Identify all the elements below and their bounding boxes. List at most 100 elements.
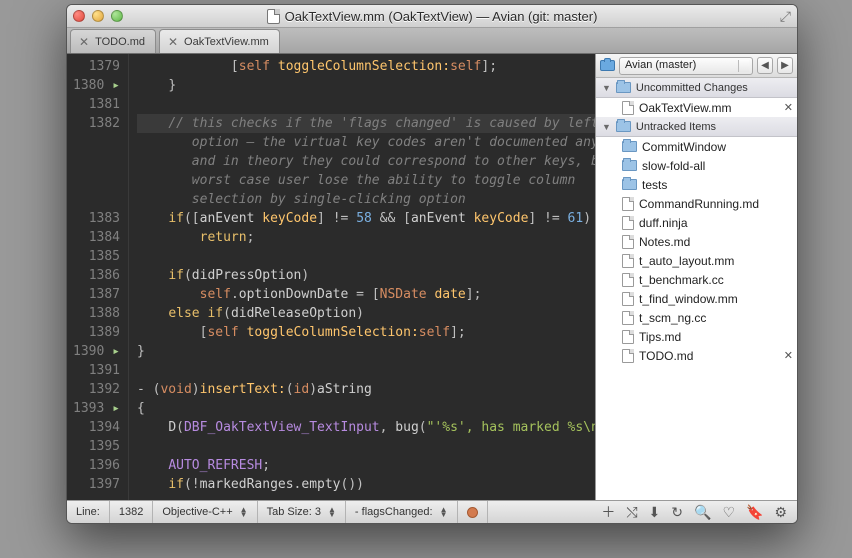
line-number[interactable]: 1397: [67, 475, 120, 494]
line-number[interactable]: [67, 133, 120, 152]
code-line[interactable]: [137, 361, 595, 380]
tree-row[interactable]: Tips.md: [596, 327, 797, 346]
code-line[interactable]: option — the virtual key codes aren't do…: [137, 133, 595, 152]
search-icon[interactable]: 🔍: [694, 504, 711, 521]
tree-group-header[interactable]: ▼ Uncommitted Changes: [596, 78, 797, 98]
line-number[interactable]: 1387: [67, 285, 120, 304]
code-line[interactable]: {: [137, 399, 595, 418]
code-line[interactable]: worst case user lose the ability to togg…: [137, 171, 595, 190]
code-line[interactable]: [137, 437, 595, 456]
status-line-value[interactable]: 1382: [110, 501, 153, 523]
code-line[interactable]: if(didPressOption): [137, 266, 595, 285]
minimize-window-button[interactable]: [92, 10, 104, 22]
code-line[interactable]: self.optionDownDate = [NSDate date];: [137, 285, 595, 304]
heart-icon[interactable]: ♡: [722, 504, 735, 521]
status-bar: Line: 1382 Objective-C++▲▼ Tab Size: 3▲▼…: [67, 500, 797, 523]
line-number[interactable]: 1391: [67, 361, 120, 380]
code-line[interactable]: if(!markedRanges.empty()): [137, 475, 595, 494]
tree-row[interactable]: t_auto_layout.mm: [596, 251, 797, 270]
line-number[interactable]: 1392: [67, 380, 120, 399]
code-editor[interactable]: 13791380 ▸138113821383138413851386138713…: [67, 54, 595, 500]
code-line[interactable]: AUTO_REFRESH;: [137, 456, 595, 475]
tree-row[interactable]: t_find_window.mm: [596, 289, 797, 308]
line-number-gutter[interactable]: 13791380 ▸138113821383138413851386138713…: [67, 54, 129, 500]
tree-row[interactable]: t_scm_ng.cc: [596, 308, 797, 327]
code-line[interactable]: return;: [137, 228, 595, 247]
line-number[interactable]: 1381: [67, 95, 120, 114]
code-line[interactable]: }: [137, 76, 595, 95]
line-number[interactable]: 1380 ▸: [67, 76, 120, 95]
code-line[interactable]: }: [137, 342, 595, 361]
document-proxy-icon[interactable]: [267, 9, 280, 24]
tree-row[interactable]: CommitWindow: [596, 137, 797, 156]
tree-row[interactable]: CommandRunning.md: [596, 194, 797, 213]
status-language-popup[interactable]: Objective-C++▲▼: [153, 501, 257, 523]
line-number[interactable]: [67, 152, 120, 171]
line-number[interactable]: [67, 171, 120, 190]
close-icon[interactable]: ✕: [784, 101, 793, 114]
line-number[interactable]: 1390 ▸: [67, 342, 120, 361]
tree-row-label: slow-fold-all: [642, 159, 705, 173]
branch-popup[interactable]: Avian (master) ▲▼: [619, 57, 753, 75]
zoom-window-button[interactable]: [111, 10, 123, 22]
file-icon: [622, 254, 634, 268]
code-line[interactable]: if([anEvent keyCode] != 58 && [anEvent k…: [137, 209, 595, 228]
tree-row[interactable]: duff.ninja: [596, 213, 797, 232]
code-line[interactable]: [self toggleColumnSelection:self];: [137, 57, 595, 76]
tree-row[interactable]: OakTextView.mm ✕: [596, 98, 797, 117]
file-icon: [622, 101, 634, 115]
code-line[interactable]: [137, 95, 595, 114]
line-number[interactable]: 1383: [67, 209, 120, 228]
nav-forward-button[interactable]: ▶: [777, 57, 793, 74]
code-line[interactable]: - (void)insertText:(id)aString: [137, 380, 595, 399]
status-tabsize-popup[interactable]: Tab Size: 3▲▼: [258, 501, 346, 523]
add-icon[interactable]: ＋: [601, 502, 615, 522]
tag-icon[interactable]: 🔖: [746, 504, 763, 521]
file-icon: [622, 349, 634, 363]
tree-row[interactable]: TODO.md ✕: [596, 346, 797, 365]
line-number[interactable]: 1382: [67, 114, 120, 133]
tree-row[interactable]: tests: [596, 175, 797, 194]
file-icon: [622, 216, 634, 230]
close-icon[interactable]: ✕: [784, 349, 793, 362]
line-number[interactable]: 1384: [67, 228, 120, 247]
status-symbol-popup[interactable]: - flagsChanged:▲▼: [346, 501, 458, 523]
status-right-tools: ＋ ⤭ ⬇ ↻ 🔍 ♡ 🔖 ⚙: [591, 502, 797, 522]
code-line[interactable]: D(DBF_OakTextView_TextInput, bug("'%s', …: [137, 418, 595, 437]
line-number[interactable]: 1386: [67, 266, 120, 285]
line-number[interactable]: 1394: [67, 418, 120, 437]
code-line[interactable]: selection by single-clicking option: [137, 190, 595, 209]
code-line[interactable]: [137, 247, 595, 266]
code-line[interactable]: // this checks if the 'flags changed' is…: [137, 114, 595, 133]
close-window-button[interactable]: [73, 10, 85, 22]
tab-oaktextview[interactable]: ✕ OakTextView.mm: [159, 29, 280, 53]
tree-row[interactable]: Notes.md: [596, 232, 797, 251]
code-line[interactable]: and in theory they could correspond to o…: [137, 152, 595, 171]
fullscreen-icon[interactable]: ⤢: [780, 8, 791, 25]
shuffle-icon[interactable]: ⤭: [626, 504, 637, 521]
file-tree[interactable]: ▼ Uncommitted Changes OakTextView.mm ✕▼ …: [596, 78, 797, 500]
nav-back-button[interactable]: ◀: [757, 57, 773, 74]
line-number[interactable]: 1396: [67, 456, 120, 475]
line-number[interactable]: 1395: [67, 437, 120, 456]
line-number[interactable]: 1393 ▸: [67, 399, 120, 418]
code-line[interactable]: else if(didReleaseOption): [137, 304, 595, 323]
line-number[interactable]: 1379: [67, 57, 120, 76]
reload-icon[interactable]: ↻: [671, 504, 683, 521]
folder-icon: [622, 179, 637, 190]
download-icon[interactable]: ⬇: [649, 504, 661, 521]
line-number[interactable]: 1385: [67, 247, 120, 266]
status-record[interactable]: [458, 501, 488, 523]
line-number[interactable]: 1388: [67, 304, 120, 323]
tree-row[interactable]: slow-fold-all: [596, 156, 797, 175]
close-icon[interactable]: ✕: [79, 36, 89, 48]
tab-todo[interactable]: ✕ TODO.md: [70, 29, 156, 53]
tree-row[interactable]: t_benchmark.cc: [596, 270, 797, 289]
line-number[interactable]: 1389: [67, 323, 120, 342]
line-number[interactable]: [67, 190, 120, 209]
close-icon[interactable]: ✕: [168, 36, 178, 48]
code-line[interactable]: [self toggleColumnSelection:self];: [137, 323, 595, 342]
gear-icon[interactable]: ⚙: [774, 504, 787, 521]
tree-group-header[interactable]: ▼ Untracked Items: [596, 117, 797, 137]
code-area[interactable]: [self toggleColumnSelection:self]; } // …: [129, 54, 595, 500]
